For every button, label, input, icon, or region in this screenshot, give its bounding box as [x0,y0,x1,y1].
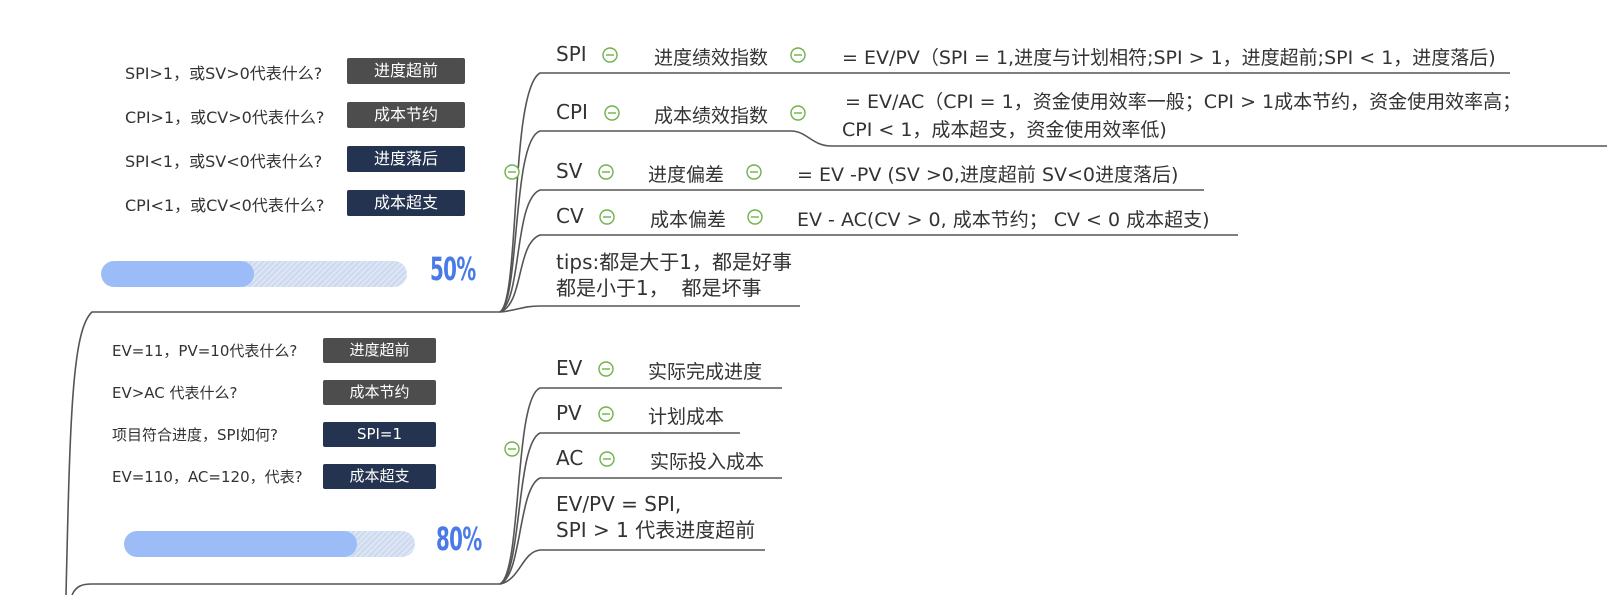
node-spi[interactable]: SPI [556,42,587,66]
collapse-icon [604,105,620,121]
quiz1-question-4: CPI<1，或CV<0代表什么? [125,196,325,215]
node-evpv-note[interactable]: EV/PV = SPI, SPI > 1 代表进度超前 [556,491,755,543]
collapse-icon [790,105,806,121]
quiz1-progress-fill [101,261,254,287]
quiz2-question-2: EV>AC 代表什么? [112,384,238,402]
quiz2-answer-2[interactable]: 成本节约 [323,380,436,405]
quiz2-progress-label: 80% [436,520,482,558]
node-ac-name[interactable]: 实际投入成本 [650,447,764,474]
quiz2-question-1: EV=11，PV=10代表什么? [112,342,298,360]
node-sv[interactable]: SV [556,159,582,183]
collapse-icon [504,441,520,457]
collapse-icon [790,47,806,63]
quiz2-question-3: 项目符合进度，SPI如何? [112,426,278,444]
node-tips[interactable]: tips:都是大于1，都是好事 都是小于1， 都是坏事 [556,249,792,301]
node-pv-name[interactable]: 计划成本 [648,402,724,429]
node-cpi-desc-line2[interactable]: CPI < 1，成本超支，资金使用效率低) [842,115,1167,142]
node-spi-name[interactable]: 进度绩效指数 [654,43,768,70]
quiz1-answer-2[interactable]: 成本节约 [347,102,465,128]
quiz1-answer-3[interactable]: 进度落后 [347,146,465,172]
quiz2-question-4: EV=110，AC=120，代表? [112,468,303,486]
node-cv[interactable]: CV [556,204,584,228]
branch2-link-ev [499,387,782,585]
collapse-icon [504,164,520,180]
node-ac[interactable]: AC [556,446,583,470]
collapse-icon [602,47,618,63]
branch2-link-note [499,549,765,585]
quiz2-progress-bar [124,531,415,557]
collapse-icon [598,361,614,377]
quiz1-progress-label: 50% [430,250,476,288]
branch1-link-tips [499,305,800,313]
node-spi-desc[interactable]: = EV/PV（SPI = 1,进度与计划相符;SPI > 1，进度超前;SPI… [842,43,1496,70]
node-cpi[interactable]: CPI [556,100,588,124]
node-sv-name[interactable]: 进度偏差 [648,160,724,187]
quiz1-question-3: SPI<1，或SV<0代表什么? [125,152,323,171]
node-cpi-name[interactable]: 成本绩效指数 [654,101,768,128]
node-ev-name[interactable]: 实际完成进度 [648,357,762,384]
node-sv-desc[interactable]: = EV -PV (SV >0,进度超前 SV<0进度落后) [797,160,1178,187]
collapse-icon [599,209,615,225]
node-cpi-desc[interactable]: = EV/AC（CPI = 1，资金使用效率一般；CPI > 1成本节约，资金使… [845,87,1521,114]
quiz2-answer-1[interactable]: 进度超前 [323,338,436,363]
node-ev[interactable]: EV [556,356,582,380]
quiz1-answer-4[interactable]: 成本超支 [347,190,465,216]
collapse-icon [599,451,615,467]
node-cv-name[interactable]: 成本偏差 [650,205,726,232]
quiz2-progress-fill [124,531,357,557]
quiz1-question-2: CPI>1，或CV>0代表什么? [125,108,325,127]
collapse-icon [598,406,614,422]
collapse-icon [747,209,763,225]
node-pv[interactable]: PV [556,401,582,425]
quiz1-question-1: SPI>1，或SV>0代表什么? [125,64,323,83]
trunk-line-lower [71,583,500,595]
quiz1-progress-bar [101,261,407,287]
quiz1-answer-1[interactable]: 进度超前 [347,58,465,84]
quiz2-answer-4[interactable]: 成本超支 [323,464,436,489]
collapse-icon [746,164,762,180]
node-cv-desc[interactable]: EV - AC(CV > 0, 成本节约； CV < 0 成本超支) [797,205,1210,232]
collapse-icon [598,164,614,180]
quiz2-answer-3[interactable]: SPI=1 [323,422,436,447]
